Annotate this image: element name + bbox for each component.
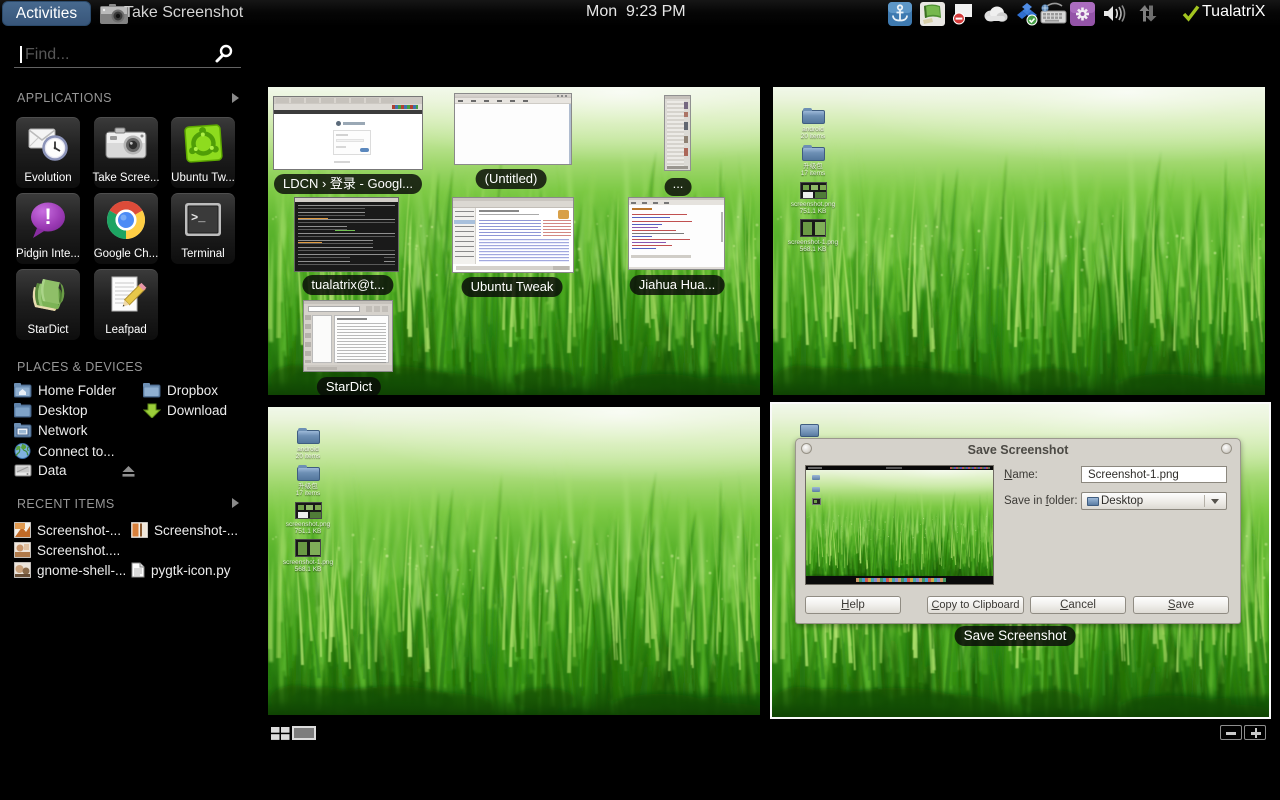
svg-text:!: ! <box>44 204 51 229</box>
svg-text:>_: >_ <box>191 211 206 225</box>
